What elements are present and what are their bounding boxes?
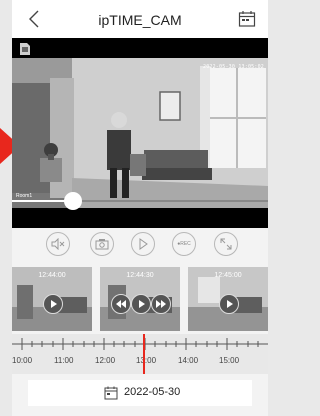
calendar-icon[interactable] (238, 10, 256, 28)
snapshot-button[interactable] (90, 232, 114, 256)
speaker-mute-icon (51, 238, 65, 250)
recording-thumbnails: 12:44:00 12:44:30 12:45:00 (12, 264, 268, 332)
expand-icon (220, 238, 232, 250)
rewind-button[interactable] (111, 294, 131, 314)
thumbnail-clip[interactable]: 12:44:30 (100, 267, 180, 331)
timeline-playhead[interactable] (143, 334, 145, 374)
record-icon: ●REC (177, 241, 191, 247)
thumbnail-play-button[interactable] (43, 294, 63, 314)
record-label: REC (180, 241, 191, 247)
timeline-ticks (12, 338, 268, 350)
camera-icon (95, 239, 109, 250)
date-selector[interactable]: 2022-05-30 (28, 380, 252, 406)
camera-label: Room1 (16, 193, 33, 199)
play-icon (227, 300, 233, 308)
timeline-label: 13:00 (136, 356, 157, 365)
video-player[interactable]: 2022-05-30 13:05:02 Room1 (12, 38, 268, 228)
play-button[interactable] (131, 232, 155, 256)
top-bar: ipTIME_CAM (12, 0, 268, 38)
app-title: ipTIME_CAM (98, 12, 182, 28)
thumbnail-clip[interactable]: 12:45:00 (188, 267, 268, 331)
timeline-label: 14:00 (178, 356, 199, 365)
camera-feed (12, 58, 268, 208)
thumbnail-play-button[interactable] (219, 294, 239, 314)
seek-bar[interactable] (12, 200, 268, 202)
record-button[interactable]: ●REC (172, 232, 196, 256)
phone-screen: ipTIME_CAM 2022-05-30 13:05:02 Room1 ●RE… (12, 0, 268, 416)
selected-date: 2022-05-30 (124, 386, 181, 398)
thumbnail-time: 12:44:00 (38, 272, 66, 279)
play-icon (51, 300, 57, 308)
play-icon (139, 238, 148, 250)
fast-forward-icon (156, 300, 166, 308)
thumbnail-play-button[interactable] (131, 294, 151, 314)
timeline-label: 10:00 (12, 356, 33, 365)
timeline-scrubber[interactable]: 10:00 11:00 12:00 13:00 14:00 15:00 (12, 334, 268, 374)
thumbnail-clip[interactable]: 12:44:00 (12, 267, 92, 331)
calendar-icon (104, 386, 118, 400)
mute-button[interactable] (46, 232, 70, 256)
thumbnail-time: 12:44:30 (126, 272, 154, 279)
play-icon (139, 300, 145, 308)
video-timestamp: 2022-05-30 13:05:02 (203, 64, 264, 70)
fullscreen-button[interactable] (214, 232, 238, 256)
fast-forward-button[interactable] (151, 294, 171, 314)
thumbnail-time: 12:45:00 (214, 272, 242, 279)
playback-controls: ●REC (12, 228, 268, 262)
timeline-label: 12:00 (95, 356, 116, 365)
rewind-icon (116, 300, 126, 308)
sd-card-icon (20, 43, 30, 55)
timeline-label: 11:00 (54, 356, 74, 365)
timeline-label: 15:00 (219, 356, 240, 365)
